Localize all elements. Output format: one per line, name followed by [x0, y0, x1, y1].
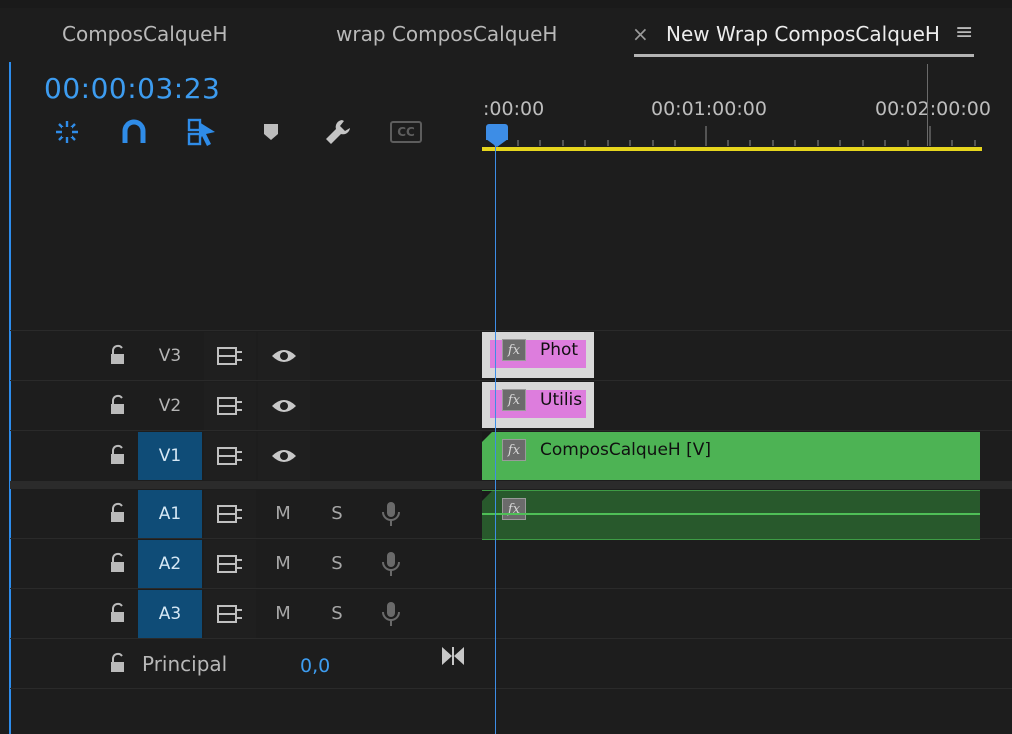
lock-icon[interactable] — [107, 602, 129, 624]
wrench-settings-icon[interactable] — [322, 116, 354, 148]
time-ruler-ticks[interactable] — [482, 122, 1012, 146]
insert-sequence-nest-icon[interactable] — [51, 116, 83, 148]
video-audio-divider[interactable] — [10, 481, 1012, 489]
tab-wrap-composcalqueh[interactable]: wrap ComposCalqueH — [336, 22, 557, 46]
fx-badge-icon[interactable]: fx — [502, 339, 526, 361]
lock-icon[interactable] — [107, 394, 129, 416]
clip-a1-audio[interactable]: fx — [482, 490, 980, 540]
clip-v2-graphic[interactable]: fx Utilis — [482, 382, 594, 428]
playhead-line[interactable] — [495, 128, 496, 734]
track-name-a3[interactable]: A3 — [138, 590, 202, 638]
eye-icon[interactable] — [258, 432, 310, 480]
solo-button-a1[interactable]: S — [322, 503, 352, 524]
row-divider — [10, 380, 1012, 381]
clip-start-marker — [482, 491, 492, 501]
mute-button-a1[interactable]: M — [268, 503, 298, 524]
sequence-end-marker — [927, 64, 928, 146]
fx-badge-icon[interactable]: fx — [502, 389, 526, 411]
microphone-icon[interactable] — [380, 600, 402, 628]
playhead-tip — [486, 139, 508, 147]
track-name-v2[interactable]: V2 — [138, 382, 202, 430]
lock-icon[interactable] — [107, 652, 129, 674]
row-divider — [10, 588, 1012, 589]
tab-new-wrap-composcalqueh[interactable]: New Wrap ComposCalqueH — [666, 22, 940, 46]
clip-v2-label: Utilis — [540, 390, 583, 410]
captions-label: CC — [390, 121, 422, 143]
clip-v1-label: ComposCalqueH [V] — [540, 440, 711, 460]
linked-selection-icon[interactable] — [186, 116, 218, 148]
tab-composcalqueh[interactable]: ComposCalqueH — [62, 22, 228, 46]
panel-focus-border — [9, 62, 11, 734]
solo-button-a3[interactable]: S — [322, 603, 352, 624]
snap-magnet-icon[interactable] — [118, 116, 150, 148]
playhead-timecode[interactable]: 00:00:03:23 — [44, 72, 220, 105]
panel-top-edge — [0, 0, 1012, 8]
solo-button-a2[interactable]: S — [322, 553, 352, 574]
sync-lock-icon[interactable] — [204, 432, 256, 480]
work-area-bar[interactable] — [482, 147, 982, 151]
add-marker-icon[interactable] — [255, 116, 287, 148]
clip-v3-graphic[interactable]: fx Phot — [482, 332, 594, 378]
row-divider — [10, 638, 1012, 639]
audio-volume-line[interactable] — [482, 513, 980, 515]
go-to-in-out-icon[interactable] — [441, 646, 465, 666]
track-name-v3[interactable]: V3 — [138, 332, 202, 380]
eye-icon[interactable] — [258, 332, 310, 380]
sync-lock-icon[interactable] — [204, 540, 256, 588]
lock-icon[interactable] — [107, 502, 129, 524]
track-name-a2[interactable]: A2 — [138, 540, 202, 588]
track-name-a1[interactable]: A1 — [138, 490, 202, 538]
captions-icon[interactable]: CC — [390, 116, 422, 148]
row-divider — [10, 688, 1012, 689]
sync-lock-icon[interactable] — [204, 332, 256, 380]
clip-start-marker — [482, 432, 492, 442]
sync-lock-icon[interactable] — [204, 590, 256, 638]
panel-menu-icon[interactable]: ≡ — [955, 20, 973, 45]
microphone-icon[interactable] — [380, 550, 402, 578]
sync-lock-icon[interactable] — [204, 490, 256, 538]
sync-lock-icon[interactable] — [204, 382, 256, 430]
ruler-label-2: 00:02:00:00 — [875, 98, 991, 120]
tab-close-icon[interactable]: × — [632, 22, 649, 46]
playhead-handle[interactable] — [486, 124, 508, 140]
clip-v3-label: Phot — [540, 340, 579, 360]
lock-icon[interactable] — [107, 344, 129, 366]
row-divider — [10, 430, 1012, 431]
eye-icon[interactable] — [258, 382, 310, 430]
mute-button-a2[interactable]: M — [268, 553, 298, 574]
ruler-label-0: :00:00 — [483, 98, 545, 120]
ruler-label-1: 00:01:00:00 — [651, 98, 767, 120]
fx-badge-icon[interactable]: fx — [502, 439, 526, 461]
track-name-v1[interactable]: V1 — [138, 432, 202, 480]
fx-badge-icon[interactable]: fx — [502, 498, 526, 520]
lock-icon[interactable] — [107, 552, 129, 574]
active-tab-underline — [634, 54, 974, 57]
master-volume-value[interactable]: 0,0 — [300, 655, 330, 677]
mute-button-a3[interactable]: M — [268, 603, 298, 624]
row-divider — [10, 330, 1012, 331]
lock-icon[interactable] — [107, 444, 129, 466]
clip-v1-video[interactable]: fx ComposCalqueH [V] — [482, 432, 980, 480]
master-track-name: Principal — [142, 652, 228, 676]
microphone-icon[interactable] — [380, 500, 402, 528]
